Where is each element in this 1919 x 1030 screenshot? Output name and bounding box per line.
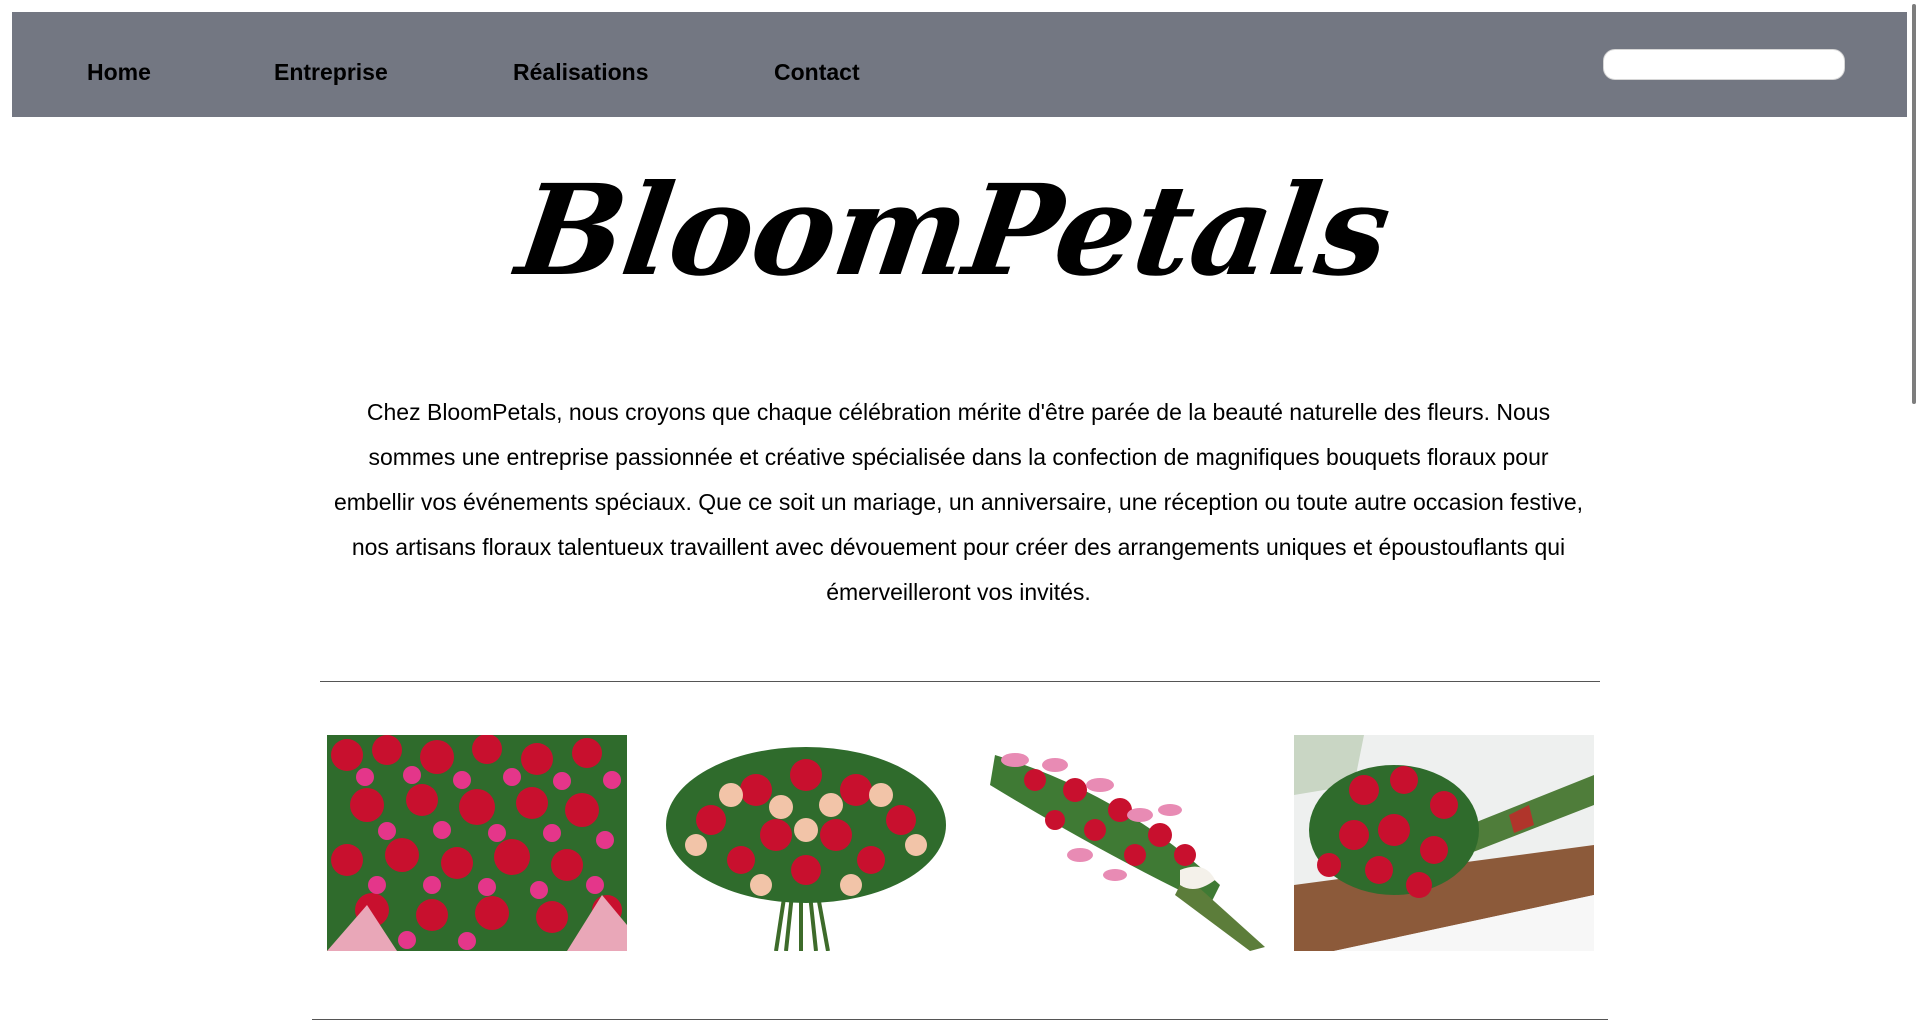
brand-logo: BloomPetals (509, 158, 1398, 304)
gallery-image-1 (327, 735, 627, 951)
search-input[interactable] (1603, 49, 1845, 80)
intro-paragraph: Chez BloomPetals, nous croyons que chaqu… (333, 399, 1584, 605)
gallery-image-4 (1294, 735, 1594, 951)
scrollbar-thumb[interactable] (1912, 4, 1916, 404)
section-divider-bottom (312, 1019, 1608, 1020)
nav-entreprise-link[interactable]: Entreprise (274, 61, 388, 84)
section-divider-top (320, 681, 1600, 682)
top-navbar: Home Entreprise Réalisations Contact (12, 12, 1907, 117)
nav-home-link[interactable]: Home (87, 61, 151, 84)
gallery-image-3 (975, 735, 1275, 951)
nav-contact-link[interactable]: Contact (774, 61, 860, 84)
gallery-image-2 (656, 735, 956, 951)
nav-realisations-link[interactable]: Réalisations (513, 61, 649, 84)
